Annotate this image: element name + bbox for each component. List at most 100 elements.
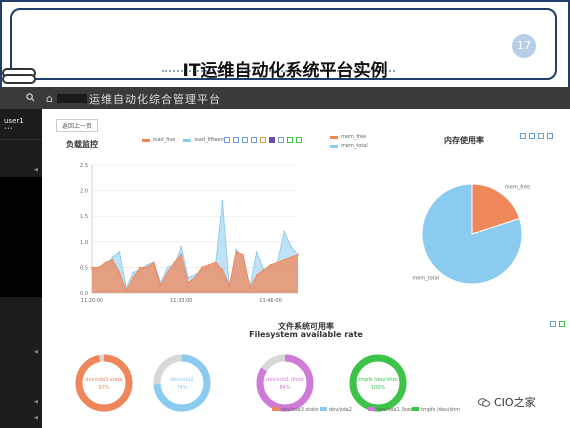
data-point [255, 251, 258, 253]
donut-arc [349, 354, 407, 412]
data-point [97, 266, 100, 269]
data-point [228, 284, 231, 287]
data-point [276, 261, 279, 264]
data-point [166, 266, 169, 269]
legend-swatch [320, 407, 327, 411]
donut-name: dev/sda1 /boot [266, 377, 303, 383]
legend-swatch [368, 407, 375, 411]
sidebar-user[interactable]: user1 [4, 117, 24, 125]
top-bar: ⌂ 运维自动化综合管理平台 [0, 87, 570, 109]
data-point [152, 261, 155, 264]
memory-toolbox [520, 133, 553, 139]
legend-item[interactable]: mem_free [330, 134, 366, 140]
zoom-icon[interactable] [520, 133, 526, 139]
sidebar-expand-icon[interactable]: ◀ [34, 399, 38, 405]
slide-title: IT运维自动化系统平台实例 [182, 61, 388, 81]
legend-label: tmpfs /dev/shm [421, 407, 460, 413]
data-point [111, 258, 114, 261]
save-icon[interactable] [296, 137, 302, 143]
data-view-icon[interactable] [242, 137, 248, 143]
wechat-icon [478, 397, 490, 407]
donut-value: 97% [98, 385, 109, 391]
data-point [214, 261, 217, 264]
search-icon[interactable] [26, 93, 35, 102]
data-point [118, 251, 121, 253]
legend-swatch [330, 144, 338, 148]
donut-arc [75, 354, 133, 412]
load-chart: 0.0 0.5 1.0 1.5 2.0 2.5 11:20:00 11:33:00 11:46:… [80, 163, 299, 304]
data-view-icon[interactable] [538, 133, 544, 139]
donut-name: dev/sda2 [171, 377, 194, 383]
memory-chart-title: 内存使用率 [444, 136, 484, 145]
restore-icon[interactable] [529, 133, 535, 139]
data-point [200, 266, 203, 269]
data-point [283, 258, 286, 261]
memory-pie-chart: mem_free mem_total [412, 183, 530, 285]
x-tick-label: 11:46:00 [259, 298, 281, 304]
tiled-icon[interactable] [278, 137, 284, 143]
legend-item[interactable]: load_fifteen [183, 137, 224, 143]
data-point [235, 251, 238, 253]
redacted-block [57, 94, 87, 103]
back-button[interactable]: 返回上一页 [56, 119, 99, 132]
mem-legend: mem_free [330, 134, 366, 140]
bar-icon[interactable] [260, 137, 266, 143]
legend-swatch [272, 407, 279, 411]
data-point [221, 269, 224, 271]
legend-label: mem_total [341, 143, 368, 149]
home-icon[interactable]: ⌂ [46, 92, 53, 105]
zoom-icon[interactable] [224, 137, 230, 143]
line-icon[interactable] [251, 137, 257, 143]
pie-label: mem_free [505, 185, 530, 191]
watermark-text: CIO之家 [494, 396, 536, 409]
sidebar-menu-block[interactable] [0, 177, 42, 297]
data-point [125, 289, 128, 292]
mem-legend: mem_total [330, 143, 368, 149]
data-point [221, 199, 224, 202]
data-point [187, 281, 190, 284]
y-tick-label: 0.0 [80, 291, 88, 297]
data-point [194, 276, 196, 279]
y-tick-label: 2.0 [80, 189, 88, 195]
data-point [194, 274, 196, 276]
main-content: 返回上一页 负载监控 load_five load_fifteen 0.0 0.5… [42, 109, 570, 428]
app-title: 运维自动化综合管理平台 [89, 93, 221, 106]
data-view-icon[interactable] [550, 321, 556, 327]
data-point [159, 284, 162, 287]
watermark: CIO之家 [478, 394, 536, 410]
data-point [207, 263, 210, 266]
fs-toolbox [550, 321, 565, 327]
stack-icon[interactable] [269, 137, 275, 143]
x-tick-label: 11:20:00 [81, 298, 103, 304]
data-point [104, 261, 107, 264]
data-point [180, 253, 183, 256]
data-point [111, 256, 114, 259]
sidebar-expand-icon[interactable]: ◀ [34, 349, 38, 355]
legend-label: dev/sda1 /boot [377, 407, 414, 413]
data-point [255, 274, 258, 276]
data-point [146, 263, 148, 266]
data-point [132, 271, 135, 274]
data-point [242, 253, 244, 256]
donut-name: dev/sda3 state [85, 377, 122, 383]
data-point [91, 266, 93, 269]
donut-value: 84% [279, 385, 290, 391]
y-tick-label: 2.5 [80, 163, 88, 169]
app-screenshot: ⌂ 运维自动化综合管理平台 user1 ••• ◀ ◀ ◀ ◀ 返回上一页 负载… [0, 87, 570, 428]
data-point [235, 248, 238, 251]
page-number: 17 [512, 34, 536, 58]
save-icon[interactable] [559, 321, 565, 327]
legend-item[interactable]: load_five [142, 137, 175, 143]
legend-swatch [330, 135, 338, 139]
legend-item[interactable]: mem_total [330, 143, 368, 149]
legend-swatch [142, 138, 150, 142]
data-point [118, 271, 121, 274]
sidebar-expand-icon[interactable]: ◀ [34, 415, 38, 421]
donut-name: tmpfs /dev/shm [358, 377, 397, 383]
restore-icon[interactable] [233, 137, 239, 143]
refresh-icon[interactable] [287, 137, 293, 143]
sidebar: user1 ••• ◀ ◀ ◀ ◀ [0, 109, 42, 428]
sidebar-divider [0, 139, 42, 140]
sidebar-expand-icon[interactable]: ◀ [34, 167, 38, 173]
save-icon[interactable] [547, 133, 553, 139]
